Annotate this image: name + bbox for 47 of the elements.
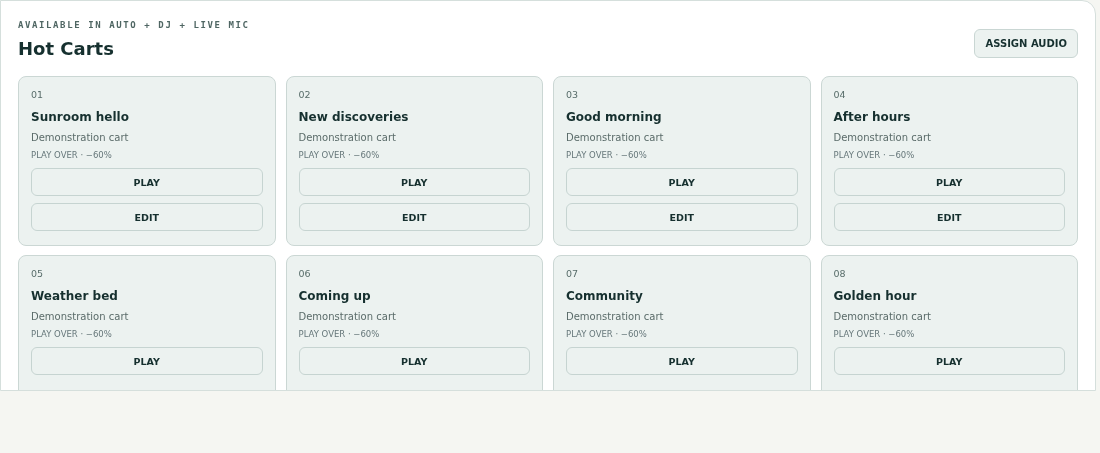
cart-description: Demonstration cart: [31, 311, 130, 322]
cart-description: Demonstration cart: [298, 311, 397, 322]
cart-number: 05: [31, 268, 45, 279]
cart-mode: PLAY OVER · −60%: [833, 150, 916, 160]
edit-button[interactable]: EDIT: [833, 203, 1065, 231]
cart-mode: PLAY OVER · −60%: [833, 329, 916, 339]
edit-button[interactable]: EDIT: [31, 203, 263, 231]
cart-name: Sunroom hello: [31, 110, 130, 124]
cart-name: Community: [566, 289, 644, 303]
cart-name: Golden hour: [833, 289, 918, 303]
play-button[interactable]: PLAY: [833, 168, 1065, 196]
cart-number: 04: [833, 89, 847, 100]
edit-button[interactable]: EDIT: [566, 203, 798, 231]
play-button[interactable]: PLAY: [31, 347, 263, 375]
play-button[interactable]: PLAY: [298, 168, 530, 196]
availability-label: AVAILABLE IN AUTO + DJ + LIVE MIC: [18, 20, 250, 30]
cart-name: Weather bed: [31, 289, 119, 303]
play-button[interactable]: PLAY: [833, 347, 1065, 375]
assign-audio-button[interactable]: ASSIGN AUDIO: [974, 29, 1078, 58]
cart-description: Demonstration cart: [31, 132, 130, 143]
play-button[interactable]: PLAY: [31, 168, 263, 196]
cart-number: 07: [566, 268, 580, 279]
cart-number: 02: [298, 89, 312, 100]
cart-name: New discoveries: [298, 110, 410, 124]
cart-name: Coming up: [298, 289, 372, 303]
cart-mode: PLAY OVER · −60%: [31, 329, 113, 339]
cart-description: Demonstration cart: [298, 132, 397, 143]
cart-mode: PLAY OVER · −60%: [566, 329, 648, 339]
edit-button[interactable]: EDIT: [298, 203, 530, 231]
cart-number: 06: [298, 268, 312, 279]
panel-title: Hot Carts: [18, 38, 115, 59]
cart-number: 01: [31, 89, 45, 100]
play-button[interactable]: PLAY: [566, 168, 798, 196]
cart-mode: PLAY OVER · −60%: [566, 150, 648, 160]
cart-description: Demonstration cart: [566, 132, 665, 143]
play-button[interactable]: PLAY: [298, 347, 530, 375]
cart-description: Demonstration cart: [833, 311, 932, 322]
cart-description: Demonstration cart: [833, 132, 932, 143]
cart-name: Good morning: [566, 110, 663, 124]
cart-number: 03: [566, 89, 580, 100]
cart-description: Demonstration cart: [566, 311, 665, 322]
play-button[interactable]: PLAY: [566, 347, 798, 375]
cart-number: 08: [833, 268, 847, 279]
cart-mode: PLAY OVER · −60%: [298, 150, 381, 160]
cart-mode: PLAY OVER · −60%: [31, 150, 113, 160]
cart-name: After hours: [833, 110, 912, 124]
cart-mode: PLAY OVER · −60%: [298, 329, 381, 339]
